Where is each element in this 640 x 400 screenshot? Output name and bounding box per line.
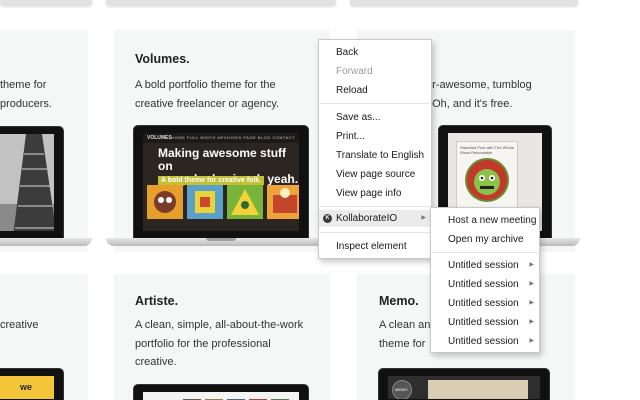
laptop-preview-artiste[interactable]: [133, 384, 309, 400]
railway-photo: [0, 134, 54, 231]
preview-text: we: [20, 382, 33, 392]
menu-item-forward[interactable]: Forward: [319, 63, 431, 80]
menu-separator: [320, 103, 430, 104]
submenu-arrow-icon: ▶: [529, 319, 534, 325]
submenu-item-session[interactable]: Untitled session ▶: [431, 276, 539, 293]
submenu-arrow-icon: ▶: [529, 281, 534, 287]
theme-title: Artiste.: [135, 294, 179, 308]
theme-description: er-awesome, tumblog . Oh, and it's free.: [426, 79, 532, 110]
kollaborate-icon: K: [323, 214, 332, 223]
menu-item-kollaborateio[interactable]: K KollaborateIO ▶: [319, 210, 431, 227]
menu-item-translate[interactable]: Translate to English: [319, 147, 431, 164]
menu-item-view-info[interactable]: View page info: [319, 185, 431, 202]
art-tile: [187, 185, 223, 219]
submenu-item-open-archive[interactable]: Open my archive: [431, 231, 539, 248]
art-tile: [267, 185, 299, 219]
theme-description: theme for producers.: [0, 79, 52, 110]
menu-separator: [320, 206, 430, 207]
laptop-base-top-left: [0, 0, 92, 6]
menu-item-print[interactable]: Print...: [319, 128, 431, 145]
submenu-item-session[interactable]: Untitled session ▶: [431, 314, 539, 331]
art-tile: [227, 185, 263, 219]
submenu-arrow-icon: ▶: [421, 215, 426, 221]
laptop-preview-left-top[interactable]: [0, 126, 92, 248]
submenu-arrow-icon: ▶: [529, 262, 534, 268]
theme-description: A clean, simple, all-about-the-work port…: [135, 319, 304, 368]
laptop-preview-memo[interactable]: MEMO: [378, 368, 550, 400]
kollaborate-submenu: Host a new meeting Open my archive Untit…: [430, 207, 540, 353]
submenu-item-session[interactable]: Untitled session ▶: [431, 295, 539, 312]
menu-item-save-as[interactable]: Save as...: [319, 109, 431, 126]
menu-item-inspect[interactable]: Inspect element: [319, 238, 431, 255]
submenu-arrow-icon: ▶: [529, 338, 534, 344]
laptop-base-top-middle: [106, 0, 336, 6]
menu-item-reload[interactable]: Reload: [319, 82, 431, 99]
theme-description: A bold portfolio theme for the creative …: [135, 79, 280, 110]
theme-title: Volumes.: [135, 52, 190, 66]
submenu-arrow-icon: ▶: [529, 300, 534, 306]
art-tile: [147, 185, 183, 219]
volumes-screenshot: VOLUMES HOME FULL WIDTH ARCHIVES PAGE BL…: [143, 133, 299, 231]
menu-item-back[interactable]: Back: [319, 44, 431, 61]
gallery-thumbs: [183, 399, 289, 400]
volumes-subhead: A bold theme for creative folk.: [158, 176, 265, 185]
laptop-preview-volumes[interactable]: VOLUMES HOME FULL WIDTH ARCHIVES PAGE BL…: [106, 125, 336, 249]
laptop-base-top-right: [350, 0, 578, 6]
laptop-preview-left-bottom[interactable]: we: [0, 368, 70, 400]
browser-context-menu: Back Forward Reload Save as... Print... …: [318, 39, 432, 259]
menu-separator: [320, 232, 430, 233]
theme-description: creative: [0, 319, 39, 331]
menu-item-view-source[interactable]: View page source: [319, 166, 431, 183]
submenu-item-session[interactable]: Untitled session ▶: [431, 257, 539, 274]
submenu-item-session[interactable]: Untitled session ▶: [431, 333, 539, 350]
submenu-item-host-meeting[interactable]: Host a new meeting: [431, 212, 539, 229]
theme-title: Memo.: [379, 294, 419, 308]
monster-illustration: [465, 158, 509, 202]
theme-card-artiste[interactable]: Artiste. A clean, simple, all-about-the-…: [114, 274, 330, 400]
menu-separator: [432, 252, 538, 253]
